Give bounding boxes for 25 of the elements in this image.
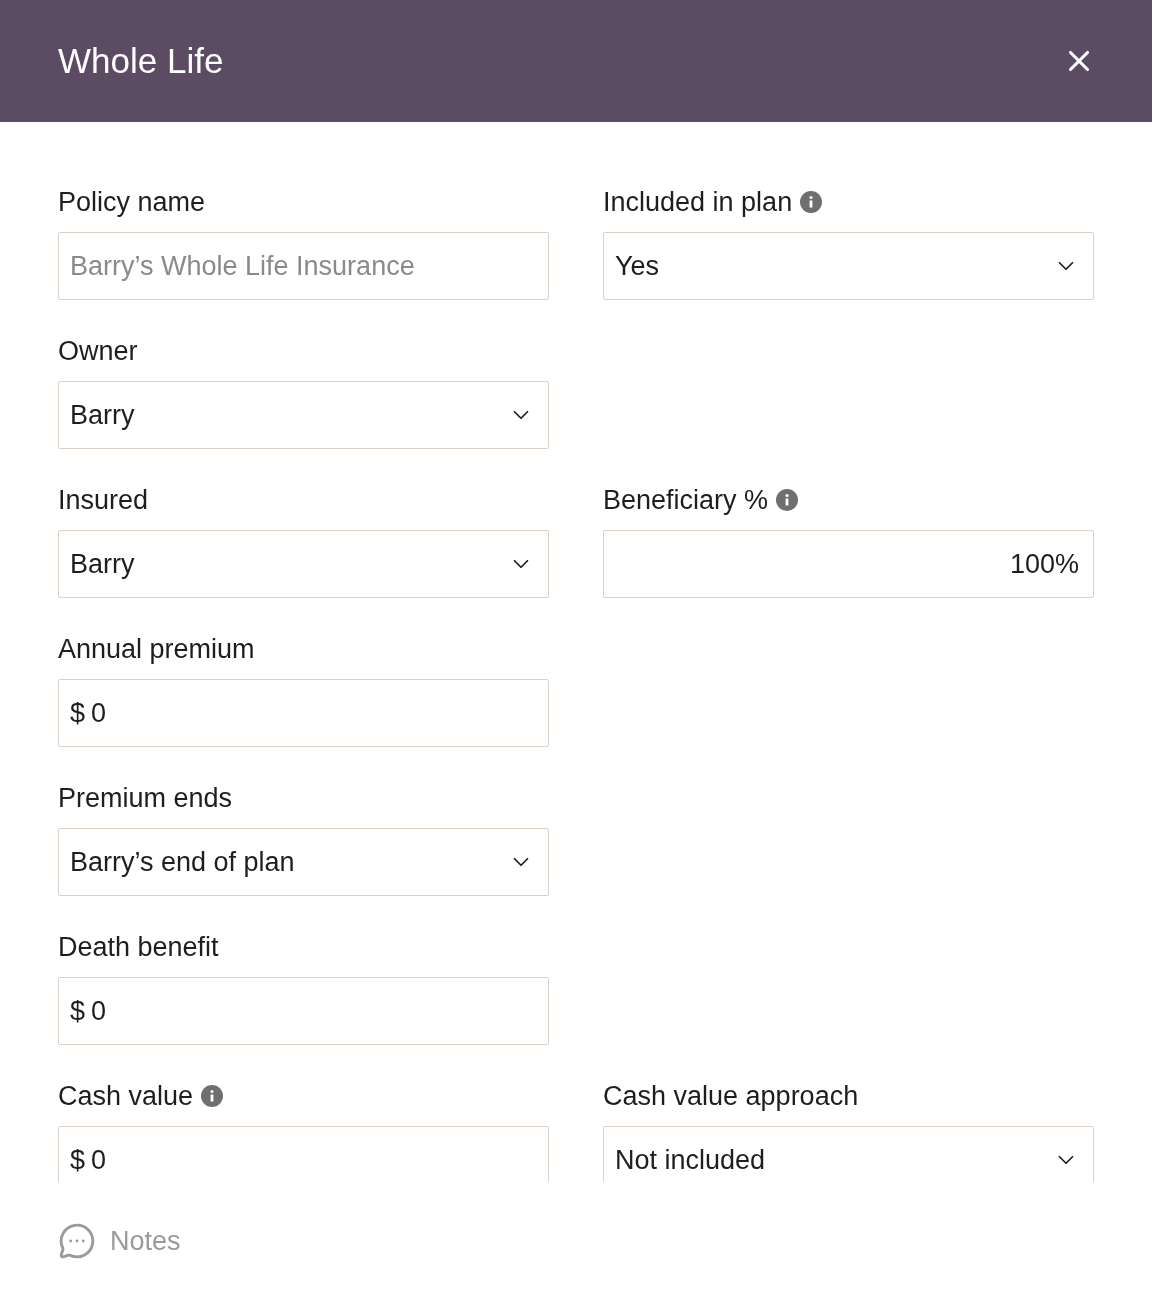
select-field[interactable]: Yes <box>603 232 1094 300</box>
currency-field[interactable]: $ 0 <box>58 977 549 1045</box>
policy-name-field[interactable]: Barry’s Whole Life Insurance <box>58 232 549 300</box>
currency-field[interactable]: $ 0 <box>58 679 549 747</box>
field-label: Premium ends <box>58 782 233 814</box>
field-label: Included in plan <box>603 186 793 218</box>
field-label: Beneficiary % <box>603 484 769 516</box>
field-label: Cash value <box>58 1080 194 1112</box>
select-field[interactable]: Not included <box>603 1126 1094 1182</box>
info-icon[interactable] <box>776 489 799 511</box>
field-label: Annual premium <box>58 633 255 665</box>
select-field[interactable]: Barry <box>58 530 549 598</box>
field-label: Policy name <box>58 186 206 218</box>
chat-bubble-icon <box>58 1222 96 1260</box>
field-label: Owner <box>58 335 138 367</box>
currency-field[interactable]: $ 0 <box>58 1126 549 1182</box>
field-label: Death benefit <box>58 931 219 963</box>
percent-field[interactable]: 100% <box>603 530 1094 598</box>
dialog-title: Whole Life <box>58 41 224 81</box>
select-field[interactable]: Barry’s end of plan <box>58 828 549 896</box>
info-icon[interactable] <box>201 1085 224 1107</box>
field-label: Insured <box>58 484 149 516</box>
field-label: Cash value approach <box>603 1080 859 1112</box>
select-field[interactable]: Barry <box>58 381 549 449</box>
info-icon[interactable] <box>800 191 823 213</box>
